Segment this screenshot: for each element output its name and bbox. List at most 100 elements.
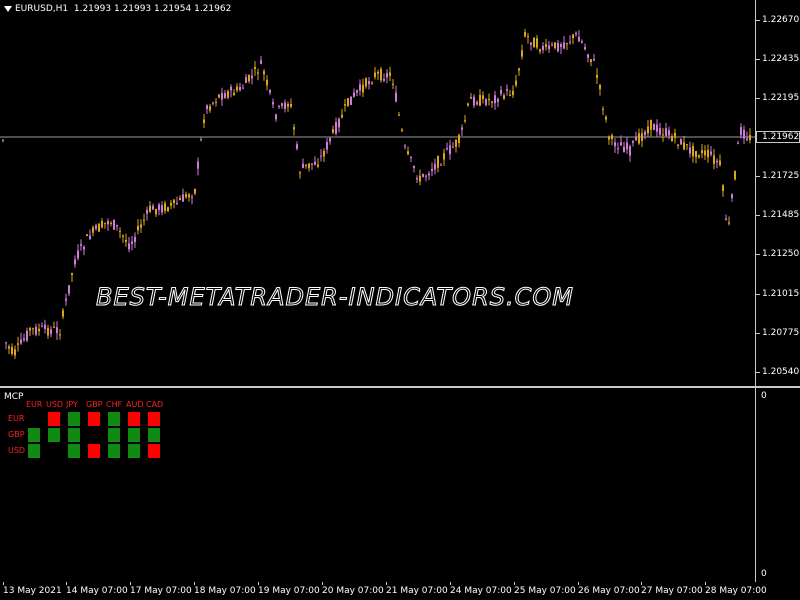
candle-body [386,73,388,78]
symbol-name: EURUSD,H1 [15,4,69,14]
candle-body [395,92,397,102]
candle-body [560,44,562,48]
candle-body [674,132,676,138]
strength-cell-eur-jpy [68,412,80,426]
symbol-header: EURUSD,H1 1.21993 1.21993 1.21954 1.2196… [4,4,231,14]
candle-body [644,131,646,136]
candle-body [617,148,619,150]
candle-body [8,346,10,349]
candle-body [632,141,634,143]
candle-body [731,194,733,199]
candle-body [746,138,748,140]
candle-body [17,343,19,345]
candle-body [284,102,286,109]
candle-body [71,273,73,276]
candle-body [308,163,310,169]
candle-body [206,105,208,110]
candle-body [200,139,202,141]
candle-body [713,155,715,164]
candle-body [101,221,103,228]
time-tick [258,582,259,585]
time-tick [641,582,642,585]
candle-body [593,58,595,61]
price-tick [756,215,760,216]
candle-body [521,50,523,57]
time-axis[interactable]: 13 May 2021 14 May 07:00 17 May 07:00 18… [0,582,800,600]
candle-body [335,122,337,134]
time-tick [578,582,579,585]
price-tick [756,176,760,177]
candle-body [92,227,94,233]
candle-body [56,327,58,334]
column-header-gbp: GBP [86,400,103,409]
candle-body [83,246,85,250]
column-header-eur: EUR [26,400,43,409]
candle-body [23,338,25,340]
strength-cell-eur-gbp [88,412,100,426]
candle-body [677,144,679,146]
candle-body [680,139,682,145]
candle-body [266,79,268,86]
indicator-scale-bottom: 0 [761,569,767,579]
candle-body [245,77,247,84]
candle-body [104,222,106,224]
candle-body [11,346,13,354]
strength-cell-usd-jpy [68,444,80,458]
candle-body [251,75,253,79]
candle-body [95,225,97,229]
time-tick [66,582,67,585]
candle-body [512,90,514,96]
candle-body [383,78,385,81]
candle-body [743,129,745,139]
candle-body [365,78,367,87]
candle-body [578,36,580,42]
candle-body [47,327,49,336]
strength-cell-gbp-jpy [68,428,80,442]
strength-cell-usd-gbp [88,444,100,458]
price-tick [756,59,760,60]
strength-cell-gbp-chf [108,428,120,442]
candle-body [359,84,361,91]
candle-body [635,136,637,141]
time-label: 20 May 07:00 [322,586,384,596]
candle-body [710,151,712,155]
candle-body [602,108,604,110]
candle-body [242,87,244,89]
price-label: 1.22670 [762,15,800,25]
candle-body [536,38,538,48]
dropdown-triangle-icon[interactable] [4,5,12,12]
candle-body [467,103,469,106]
price-chart-area[interactable]: EURUSD,H1 1.21993 1.21993 1.21954 1.2196… [0,0,756,386]
candle-body [353,92,355,97]
candle-body [50,329,52,335]
indicator-pane[interactable]: MCP EUR USD JPY GBP CHF AUD CAD EUR GBP … [0,388,756,582]
candle-body [749,135,751,141]
candle-body [545,44,547,48]
candle-body [614,142,616,147]
candle-body [140,224,142,228]
current-price-box: 1.21962 [756,131,800,143]
candle-body [626,142,628,150]
column-header-jpy: JPY [66,400,78,409]
candle-body [419,175,421,182]
price-label: 1.22435 [762,54,800,64]
price-scale[interactable]: 1.22670 1.22435 1.22195 1.21725 1.21485 … [756,0,800,386]
candle-body [212,102,214,104]
candle-body [524,32,526,37]
candle-body [641,133,643,141]
candle-body [704,150,706,156]
candle-body [14,349,16,356]
candle-body [653,123,655,131]
candle-body [98,223,100,232]
candle-body [221,93,223,100]
candle-body [473,96,475,106]
price-label: 1.21725 [762,171,800,181]
candle-body [293,127,295,130]
candle-body [305,164,307,166]
strength-cell-gbp-eur [28,428,40,442]
candle-body [590,59,592,62]
candle-body [233,92,235,96]
candle-body [170,202,172,206]
candle-body [539,49,541,52]
candle-body [26,330,28,341]
